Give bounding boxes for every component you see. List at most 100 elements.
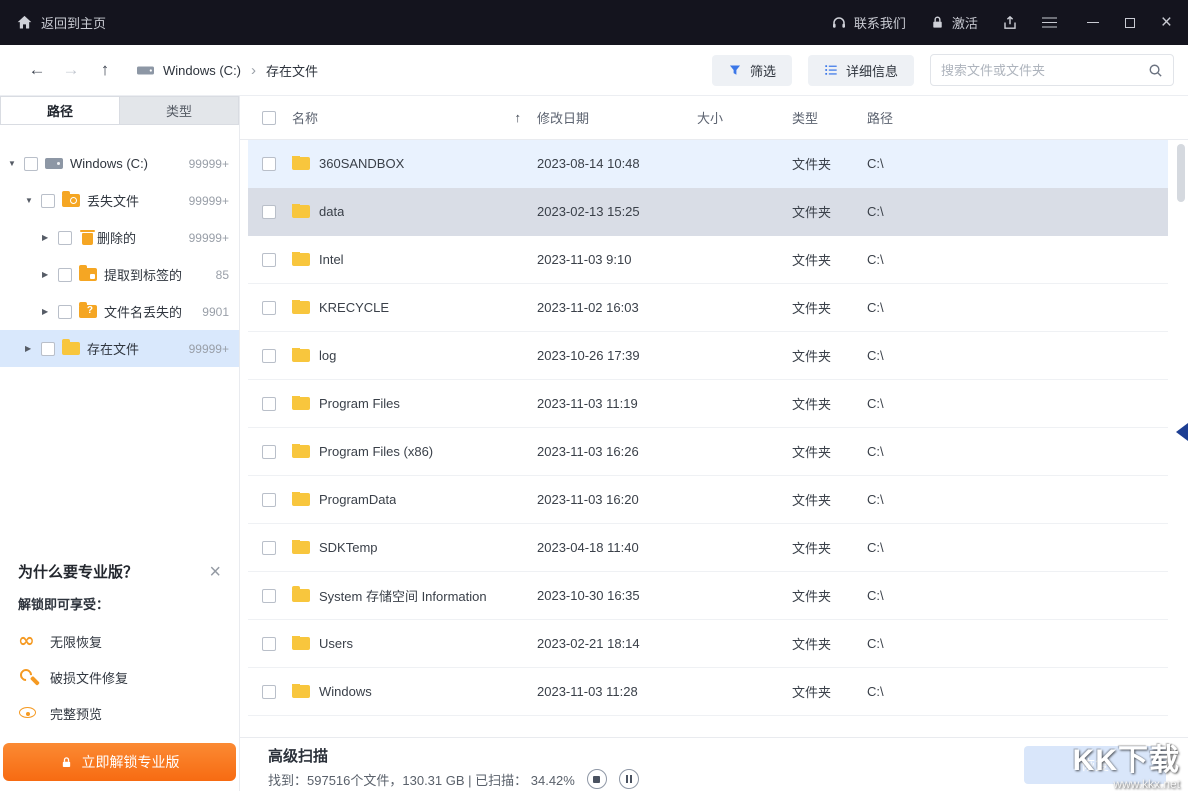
checkbox[interactable] [262, 492, 276, 507]
file-type: 文件夹 [792, 685, 832, 700]
table-row[interactable]: Users 2023-02-21 18:14 文件夹 C:\ [248, 620, 1168, 668]
search-input[interactable] [941, 62, 1140, 78]
promo-feature-item: 无限恢复 [18, 628, 221, 652]
checkbox[interactable] [262, 636, 276, 651]
folder-icon [292, 492, 310, 506]
maximize-button[interactable] [1124, 17, 1135, 28]
tree-item-label: 提取到标签的 [104, 268, 183, 283]
tree-item[interactable]: ▶ 删除的 99999+ [0, 219, 239, 256]
repair-icon [18, 667, 38, 687]
file-path: C:\ [867, 156, 884, 171]
checkbox[interactable] [262, 540, 276, 555]
table-row[interactable]: log 2023-10-26 17:39 文件夹 C:\ [248, 332, 1168, 380]
menu-button[interactable] [1041, 21, 1057, 24]
contact-us-button[interactable]: 联系我们 [831, 13, 906, 32]
checkbox[interactable] [262, 300, 276, 315]
folder-icon [292, 540, 310, 554]
table-row[interactable]: ProgramData 2023-11-03 16:20 文件夹 C:\ [248, 476, 1168, 524]
breadcrumb-drive[interactable]: Windows (C:) [163, 63, 241, 78]
unlock-pro-label: 立即解锁专业版 [81, 754, 180, 770]
unlock-pro-button[interactable]: 立即解锁专业版 [3, 743, 236, 781]
select-all-checkbox[interactable] [262, 110, 276, 125]
tree-item-count: 99999+ [188, 156, 229, 171]
checkbox[interactable] [41, 341, 55, 356]
checkbox[interactable] [41, 193, 55, 208]
file-date: 2023-11-03 11:19 [537, 396, 638, 411]
tree-item-label: 存在文件 [87, 342, 140, 357]
table-row[interactable]: data 2023-02-13 15:25 文件夹 C:\ [248, 188, 1168, 236]
table-row[interactable]: Windows 2023-11-03 11:28 文件夹 C:\ [248, 668, 1168, 716]
column-size[interactable]: 大小 [697, 108, 792, 127]
caret-icon[interactable]: ▼ [25, 196, 41, 205]
checkbox[interactable] [58, 267, 72, 282]
tree-item-label: 文件名丢失的 [104, 305, 183, 320]
tab-type[interactable]: 类型 [119, 97, 238, 124]
expand-preview-arrow[interactable] [1176, 423, 1188, 441]
forward-button[interactable]: → [54, 60, 88, 80]
caret-icon[interactable]: ▶ [42, 270, 58, 279]
checkbox[interactable] [262, 348, 276, 363]
promo-close-icon[interactable]: × [209, 562, 221, 582]
checkbox[interactable] [262, 396, 276, 411]
close-button[interactable]: × [1161, 13, 1172, 32]
table-row[interactable]: SDKTemp 2023-04-18 11:40 文件夹 C:\ [248, 524, 1168, 572]
tree-item[interactable]: ▶ 存在文件 99999+ [0, 330, 239, 367]
search-icon[interactable] [1148, 63, 1163, 78]
checkbox[interactable] [262, 588, 276, 603]
column-name[interactable]: 名称 [292, 108, 318, 127]
minimize-button[interactable] [1086, 21, 1099, 24]
filter-button[interactable]: 筛选 [711, 54, 792, 86]
checkbox[interactable] [262, 684, 276, 699]
column-date[interactable]: 修改日期 [537, 108, 697, 127]
tree-item-count: 99999+ [188, 341, 229, 356]
file-name: SDKTemp [319, 540, 378, 555]
share-button[interactable] [1002, 15, 1018, 31]
checkbox[interactable] [262, 444, 276, 459]
filter-label: 筛选 [749, 63, 776, 79]
up-button[interactable]: ↑ [88, 60, 122, 80]
list-details-icon [824, 63, 838, 77]
details-button[interactable]: 详细信息 [807, 54, 914, 86]
vertical-scrollbar[interactable] [1177, 144, 1185, 202]
checkbox[interactable] [262, 252, 276, 267]
file-date: 2023-11-03 11:28 [537, 684, 638, 699]
home-button[interactable]: 返回到主页 [16, 13, 106, 32]
caret-icon[interactable]: ▶ [42, 307, 58, 316]
column-path[interactable]: 路径 [867, 108, 1168, 127]
folder-icon [292, 396, 310, 410]
stop-scan-button[interactable] [586, 769, 607, 789]
file-type: 文件夹 [792, 205, 832, 220]
table-row[interactable]: Program Files 2023-11-03 11:19 文件夹 C:\ [248, 380, 1168, 428]
table-row[interactable]: System 存储空间 Information 2023-10-30 16:35… [248, 572, 1168, 620]
table-row[interactable]: Intel 2023-11-03 9:10 文件夹 C:\ [248, 236, 1168, 284]
table-row[interactable]: Program Files (x86) 2023-11-03 16:26 文件夹… [248, 428, 1168, 476]
tree-item[interactable]: ▼ 丢失文件 99999+ [0, 182, 239, 219]
checkbox[interactable] [262, 156, 276, 171]
recover-button[interactable]: 恢复 [1024, 746, 1166, 784]
pause-scan-button[interactable] [618, 769, 639, 789]
tab-path[interactable]: 路径 [1, 97, 119, 124]
search-box [930, 54, 1174, 86]
checkbox[interactable] [24, 156, 38, 171]
tree-item[interactable]: ▼ Windows (C:) 99999+ [0, 145, 239, 182]
back-button[interactable]: ← [20, 60, 54, 80]
tree-item[interactable]: ▶ 文件名丢失的 9901 [0, 293, 239, 330]
file-name: log [319, 348, 337, 363]
checkbox[interactable] [58, 230, 72, 245]
table-row[interactable]: 360SANDBOX 2023-08-14 10:48 文件夹 C:\ [248, 140, 1168, 188]
checkbox[interactable] [58, 304, 72, 319]
table-row[interactable]: KRECYCLE 2023-11-02 16:03 文件夹 C:\ [248, 284, 1168, 332]
column-type[interactable]: 类型 [792, 108, 867, 127]
caret-icon[interactable]: ▶ [25, 344, 41, 353]
folder-icon [292, 586, 310, 602]
sort-asc-icon[interactable]: ↑ [515, 110, 522, 125]
tree-item[interactable]: ▶ 提取到标签的 85 [0, 256, 239, 293]
folder-icon [292, 444, 310, 458]
breadcrumb-location[interactable]: 存在文件 [266, 61, 318, 80]
drive-icon [136, 63, 155, 78]
activate-button[interactable]: 激活 [930, 13, 978, 32]
file-date: 2023-11-02 16:03 [537, 300, 639, 315]
checkbox[interactable] [262, 204, 276, 219]
caret-icon[interactable]: ▼ [8, 159, 24, 168]
caret-icon[interactable]: ▶ [42, 233, 58, 242]
